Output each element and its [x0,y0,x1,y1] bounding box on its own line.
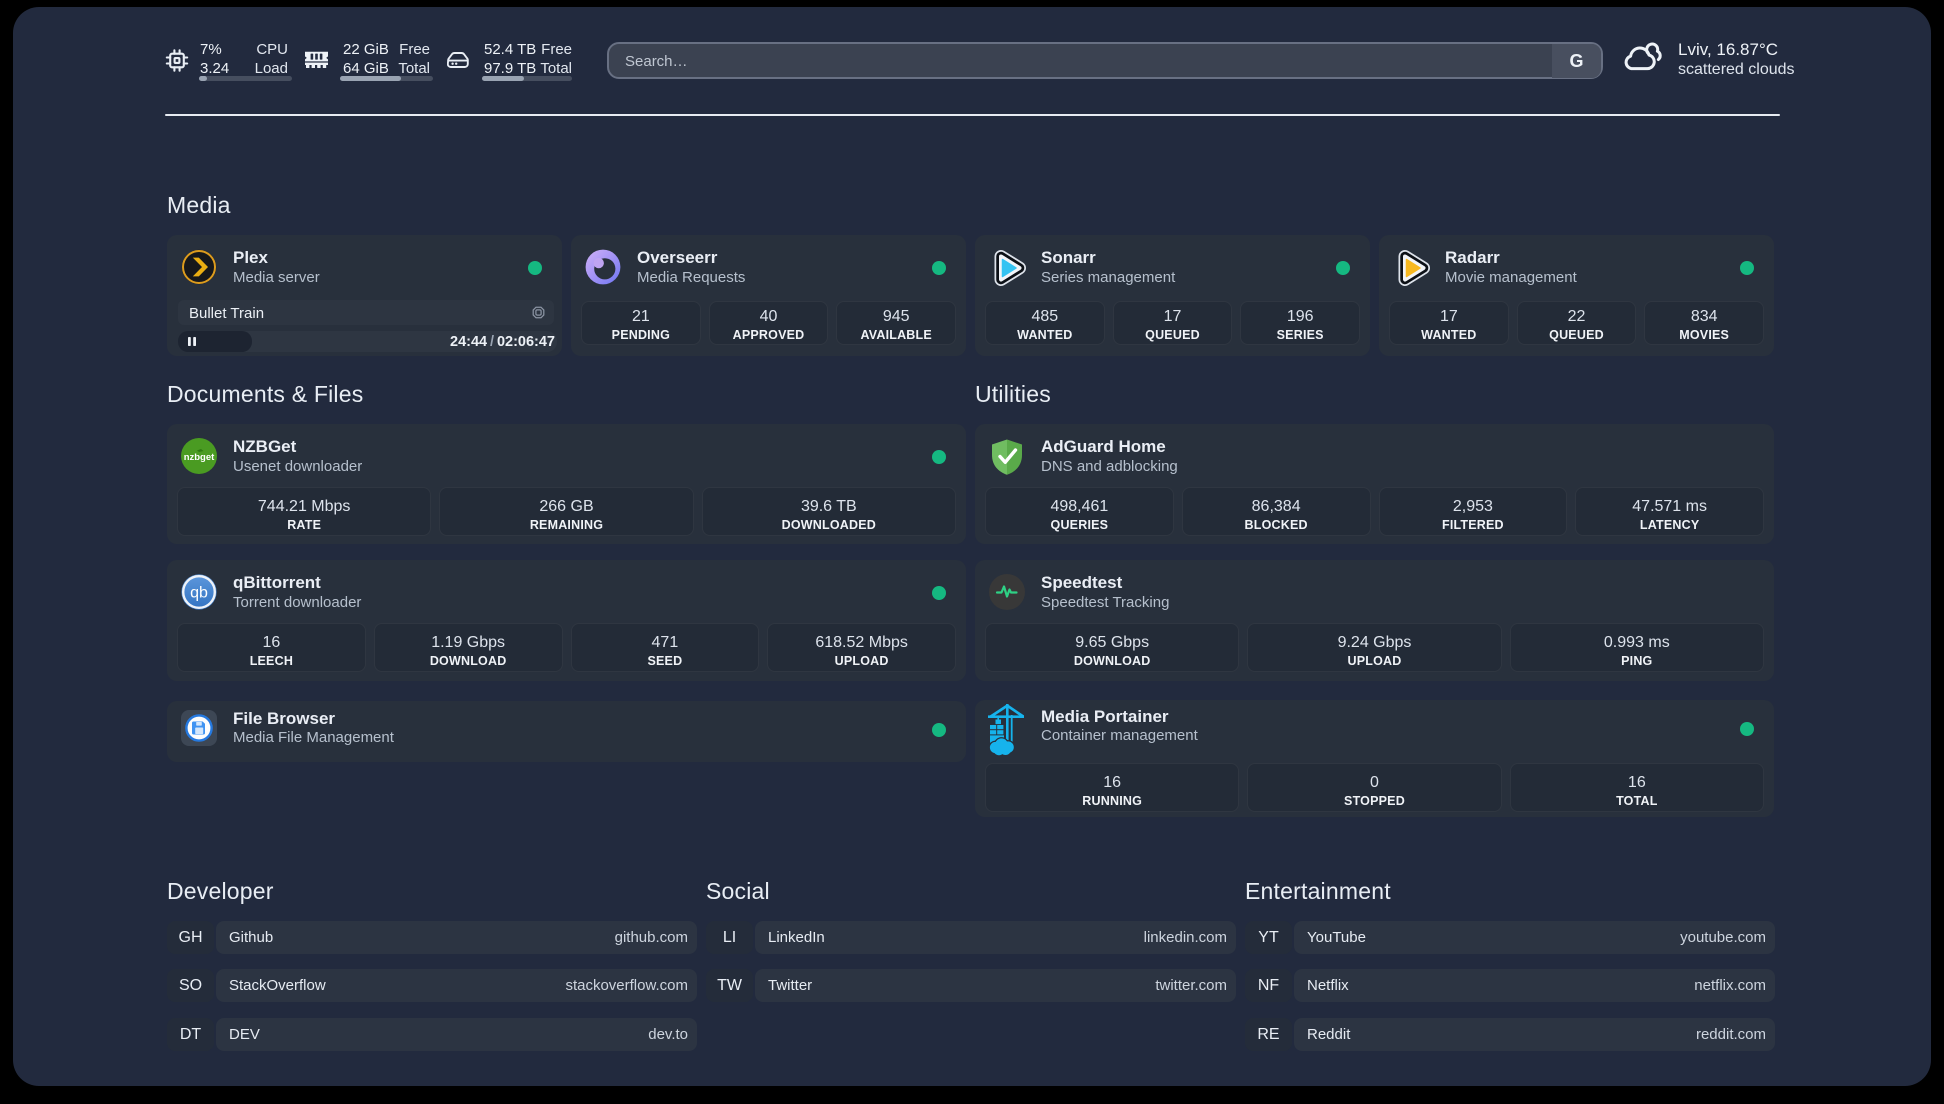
svg-text:qb: qb [190,585,208,602]
svg-text:nzbget: nzbget [184,452,215,463]
